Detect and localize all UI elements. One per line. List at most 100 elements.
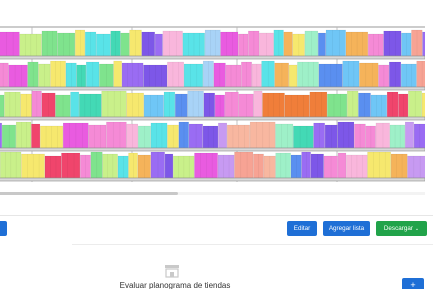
- product-facing[interactable]: [337, 121, 355, 149]
- product-facing[interactable]: [325, 29, 346, 57]
- product-facing[interactable]: [183, 63, 203, 88]
- product-facing[interactable]: [225, 64, 242, 88]
- product-facing[interactable]: [390, 153, 408, 179]
- product-facing[interactable]: [0, 151, 22, 179]
- product-facing[interactable]: [8, 64, 28, 88]
- product-facing[interactable]: [422, 31, 425, 57]
- product-facing[interactable]: [70, 91, 80, 118]
- product-facing[interactable]: [407, 155, 425, 179]
- product-facing[interactable]: [182, 32, 205, 57]
- side-panel-button[interactable]: [0, 221, 7, 236]
- product-facing[interactable]: [405, 121, 414, 149]
- product-facing[interactable]: [220, 31, 239, 57]
- product-facing[interactable]: [368, 33, 384, 57]
- product-facing[interactable]: [150, 122, 168, 149]
- product-facing[interactable]: [0, 122, 2, 149]
- product-facing[interactable]: [102, 153, 118, 179]
- product-facing[interactable]: [40, 125, 64, 149]
- product-facing[interactable]: [214, 94, 225, 118]
- product-facing[interactable]: [310, 153, 324, 179]
- product-facing[interactable]: [4, 91, 21, 118]
- product-facing[interactable]: [167, 61, 184, 88]
- product-facing[interactable]: [106, 121, 127, 149]
- product-facing[interactable]: [0, 62, 9, 88]
- product-facing[interactable]: [416, 60, 425, 88]
- product-facing[interactable]: [113, 60, 122, 88]
- product-facing[interactable]: [0, 94, 5, 118]
- product-facing[interactable]: [204, 29, 221, 57]
- planogram-scroll-area[interactable]: [0, 0, 425, 198]
- product-facing[interactable]: [370, 94, 387, 118]
- edit-button[interactable]: Editar: [287, 221, 317, 236]
- product-facing[interactable]: [121, 62, 144, 88]
- product-facing[interactable]: [365, 125, 376, 149]
- product-facing[interactable]: [141, 31, 155, 57]
- product-facing[interactable]: [154, 33, 163, 57]
- add-list-button[interactable]: Agregar lista: [323, 221, 370, 236]
- product-facing[interactable]: [61, 152, 81, 179]
- product-facing[interactable]: [241, 61, 252, 88]
- product-facing[interactable]: [401, 63, 417, 88]
- product-facing[interactable]: [288, 64, 298, 88]
- product-facing[interactable]: [41, 92, 56, 118]
- product-facing[interactable]: [19, 33, 42, 57]
- product-facing[interactable]: [413, 123, 425, 149]
- product-facing[interactable]: [187, 90, 204, 118]
- product-facing[interactable]: [55, 94, 71, 118]
- product-facing[interactable]: [41, 30, 58, 57]
- product-facing[interactable]: [342, 60, 360, 88]
- product-facing[interactable]: [318, 32, 326, 57]
- product-facing[interactable]: [327, 93, 348, 118]
- product-facing[interactable]: [217, 154, 235, 179]
- download-button[interactable]: Descargar ⌄: [376, 221, 427, 236]
- product-facing[interactable]: [163, 91, 176, 118]
- product-facing[interactable]: [324, 124, 338, 149]
- product-facing[interactable]: [309, 91, 328, 118]
- product-facing[interactable]: [143, 64, 168, 88]
- horizontal-scrollbar[interactable]: [0, 190, 425, 196]
- product-facing[interactable]: [31, 123, 41, 149]
- product-facing[interactable]: [259, 32, 274, 57]
- product-facing[interactable]: [346, 154, 368, 179]
- product-facing[interactable]: [101, 90, 127, 118]
- product-facing[interactable]: [44, 155, 62, 179]
- product-facing[interactable]: [88, 124, 107, 149]
- product-facing[interactable]: [0, 31, 20, 57]
- product-facing[interactable]: [383, 30, 402, 57]
- product-facing[interactable]: [345, 31, 368, 57]
- product-facing[interactable]: [323, 155, 338, 179]
- product-facing[interactable]: [202, 125, 219, 149]
- product-facing[interactable]: [234, 151, 254, 179]
- product-facing[interactable]: [50, 60, 66, 88]
- product-facing[interactable]: [421, 92, 425, 118]
- product-facing[interactable]: [96, 33, 111, 57]
- product-facing[interactable]: [162, 30, 183, 57]
- product-facing[interactable]: [126, 92, 144, 118]
- product-facing[interactable]: [138, 125, 151, 149]
- product-facing[interactable]: [90, 151, 103, 179]
- product-facing[interactable]: [283, 31, 293, 57]
- product-facing[interactable]: [143, 94, 164, 118]
- product-facing[interactable]: [337, 152, 347, 179]
- product-facing[interactable]: [76, 64, 87, 88]
- product-facing[interactable]: [293, 125, 314, 149]
- product-facing[interactable]: [253, 90, 263, 118]
- product-facing[interactable]: [218, 122, 228, 149]
- product-facing[interactable]: [213, 62, 226, 88]
- product-facing[interactable]: [359, 62, 379, 88]
- product-facing[interactable]: [164, 153, 174, 179]
- product-facing[interactable]: [275, 123, 294, 149]
- product-facing[interactable]: [227, 124, 250, 149]
- product-facing[interactable]: [120, 32, 130, 57]
- product-facing[interactable]: [408, 90, 422, 118]
- product-facing[interactable]: [263, 155, 276, 179]
- product-facing[interactable]: [178, 121, 189, 149]
- product-facing[interactable]: [57, 32, 76, 57]
- plus-icon[interactable]: +: [402, 278, 424, 289]
- scrollbar-thumb[interactable]: [0, 192, 178, 195]
- product-facing[interactable]: [275, 152, 291, 179]
- product-facing[interactable]: [261, 60, 275, 88]
- planogram-panel: [0, 0, 433, 216]
- product-facing[interactable]: [389, 124, 406, 149]
- product-facing[interactable]: [15, 121, 32, 149]
